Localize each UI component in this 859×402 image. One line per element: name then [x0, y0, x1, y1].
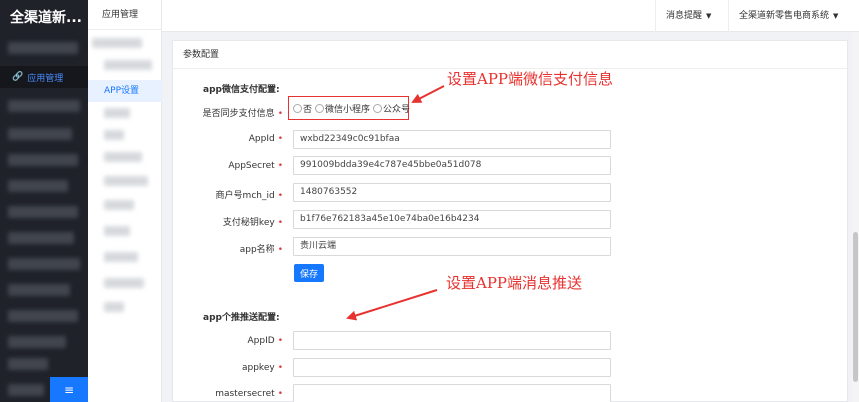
radio-icon — [293, 104, 302, 113]
push-section-title: app个推推送配置: — [203, 313, 280, 323]
pay-key-input[interactable]: b1f76e762183a45e10e74ba0e16b4234 — [293, 210, 611, 229]
annotation-push: 设置APP端消息推送 — [446, 274, 583, 292]
sidebar-item-blurred[interactable] — [8, 284, 70, 296]
sidebar-item-blurred[interactable] — [8, 206, 78, 218]
push-appid-label: AppID • — [247, 336, 283, 346]
submenu-title: 应用管理 — [88, 0, 161, 30]
sidebar-item-blurred[interactable] — [8, 384, 44, 396]
sidebar-item-blurred[interactable] — [8, 232, 74, 244]
submenu-item-blurred[interactable] — [104, 130, 124, 140]
appsecret-input[interactable]: 991009bdda39e4c787e45bbe0a51d078 — [293, 156, 611, 175]
scrollbar-thumb[interactable] — [853, 232, 858, 382]
submenu-item-blurred[interactable] — [104, 60, 152, 70]
mch-id-label: 商户号mch_id • — [215, 191, 283, 201]
radio-icon — [373, 104, 383, 113]
notifications-dropdown[interactable]: 消息提醒 ▼ — [655, 0, 721, 32]
push-mastersecret-label: mastersecret • — [215, 389, 283, 399]
radio-option-no[interactable]: 否 — [293, 102, 312, 115]
caret-down-icon: ▼ — [833, 12, 839, 20]
app-name-input[interactable]: 贵川云端 — [293, 237, 611, 256]
radio-option-official-account[interactable]: 公众号 — [373, 102, 410, 115]
panel-title: 参数配置 — [173, 41, 847, 69]
app-name-label: app名称 • — [239, 245, 283, 255]
push-appid-input[interactable] — [293, 331, 611, 350]
caret-down-icon: ▼ — [706, 12, 712, 20]
submenu-item-blurred[interactable] — [104, 200, 134, 210]
submenu-item-blurred[interactable] — [104, 108, 130, 118]
submenu-item-blurred[interactable] — [104, 278, 144, 288]
sidebar-item-blurred[interactable] — [8, 180, 68, 192]
sync-pay-label: 是否同步支付信息 • — [202, 109, 283, 119]
sub-menu: 应用管理 APP设置 — [88, 0, 162, 402]
submenu-item-app-settings[interactable]: APP设置 — [88, 80, 162, 102]
submenu-item-blurred[interactable] — [104, 226, 130, 236]
sidebar-item-app-management[interactable]: 🔗 应用管理 — [0, 66, 88, 88]
sidebar-item-blurred[interactable] — [8, 336, 66, 348]
submenu-item-blurred[interactable] — [104, 302, 124, 312]
appsecret-label: AppSecret • — [228, 161, 283, 171]
sidebar-item-label: 应用管理 — [27, 73, 64, 84]
system-dropdown[interactable]: 全渠道新零售电商系统 ▼ — [728, 0, 848, 32]
radio-option-miniprogram[interactable]: 微信小程序 — [315, 102, 370, 115]
appid-label: AppId • — [248, 134, 283, 144]
radio-icon — [315, 104, 325, 113]
main-sidebar: 全渠道新... 🔗 应用管理 ≡ — [0, 0, 88, 402]
submenu-item-blurred[interactable] — [104, 152, 142, 162]
sidebar-item-blurred[interactable] — [8, 310, 78, 322]
notifications-label: 消息提醒 — [666, 11, 703, 21]
annotation-wechat-pay: 设置APP端微信支付信息 — [447, 70, 614, 88]
sidebar-item-blurred[interactable] — [8, 128, 72, 140]
menu-icon: ≡ — [63, 382, 75, 397]
submenu-item-blurred[interactable] — [92, 38, 142, 48]
link-icon: 🔗 — [12, 72, 24, 82]
save-button[interactable]: 保存 — [294, 264, 324, 282]
system-label: 全渠道新零售电商系统 — [739, 11, 830, 21]
sidebar-item-blurred[interactable] — [8, 42, 78, 54]
sidebar-item-blurred[interactable] — [8, 100, 80, 112]
sync-pay-radio-group: 否 微信小程序 公众号 — [293, 102, 410, 115]
appid-input[interactable]: wxbd22349c0c91bfaa — [293, 130, 611, 149]
push-appkey-input[interactable] — [293, 358, 611, 377]
submenu-item-blurred[interactable] — [104, 176, 148, 186]
push-appkey-label: appkey • — [241, 363, 283, 373]
page-scrollbar[interactable] — [852, 32, 859, 402]
sidebar-toggle-button[interactable]: ≡ — [50, 377, 88, 402]
submenu-item-blurred[interactable] — [104, 252, 138, 262]
sidebar-item-blurred[interactable] — [8, 358, 48, 370]
wechat-pay-section-title: app微信支付配置: — [203, 85, 280, 95]
app-brand: 全渠道新... — [10, 10, 82, 26]
sidebar-item-blurred[interactable] — [8, 154, 78, 166]
push-mastersecret-input[interactable] — [293, 384, 611, 402]
top-header: 消息提醒 ▼ 全渠道新零售电商系统 ▼ — [162, 0, 859, 32]
sidebar-item-blurred[interactable] — [8, 258, 80, 270]
pay-key-label: 支付秘钥key • — [222, 218, 283, 228]
mch-id-input[interactable]: 1480763552 — [293, 183, 611, 202]
